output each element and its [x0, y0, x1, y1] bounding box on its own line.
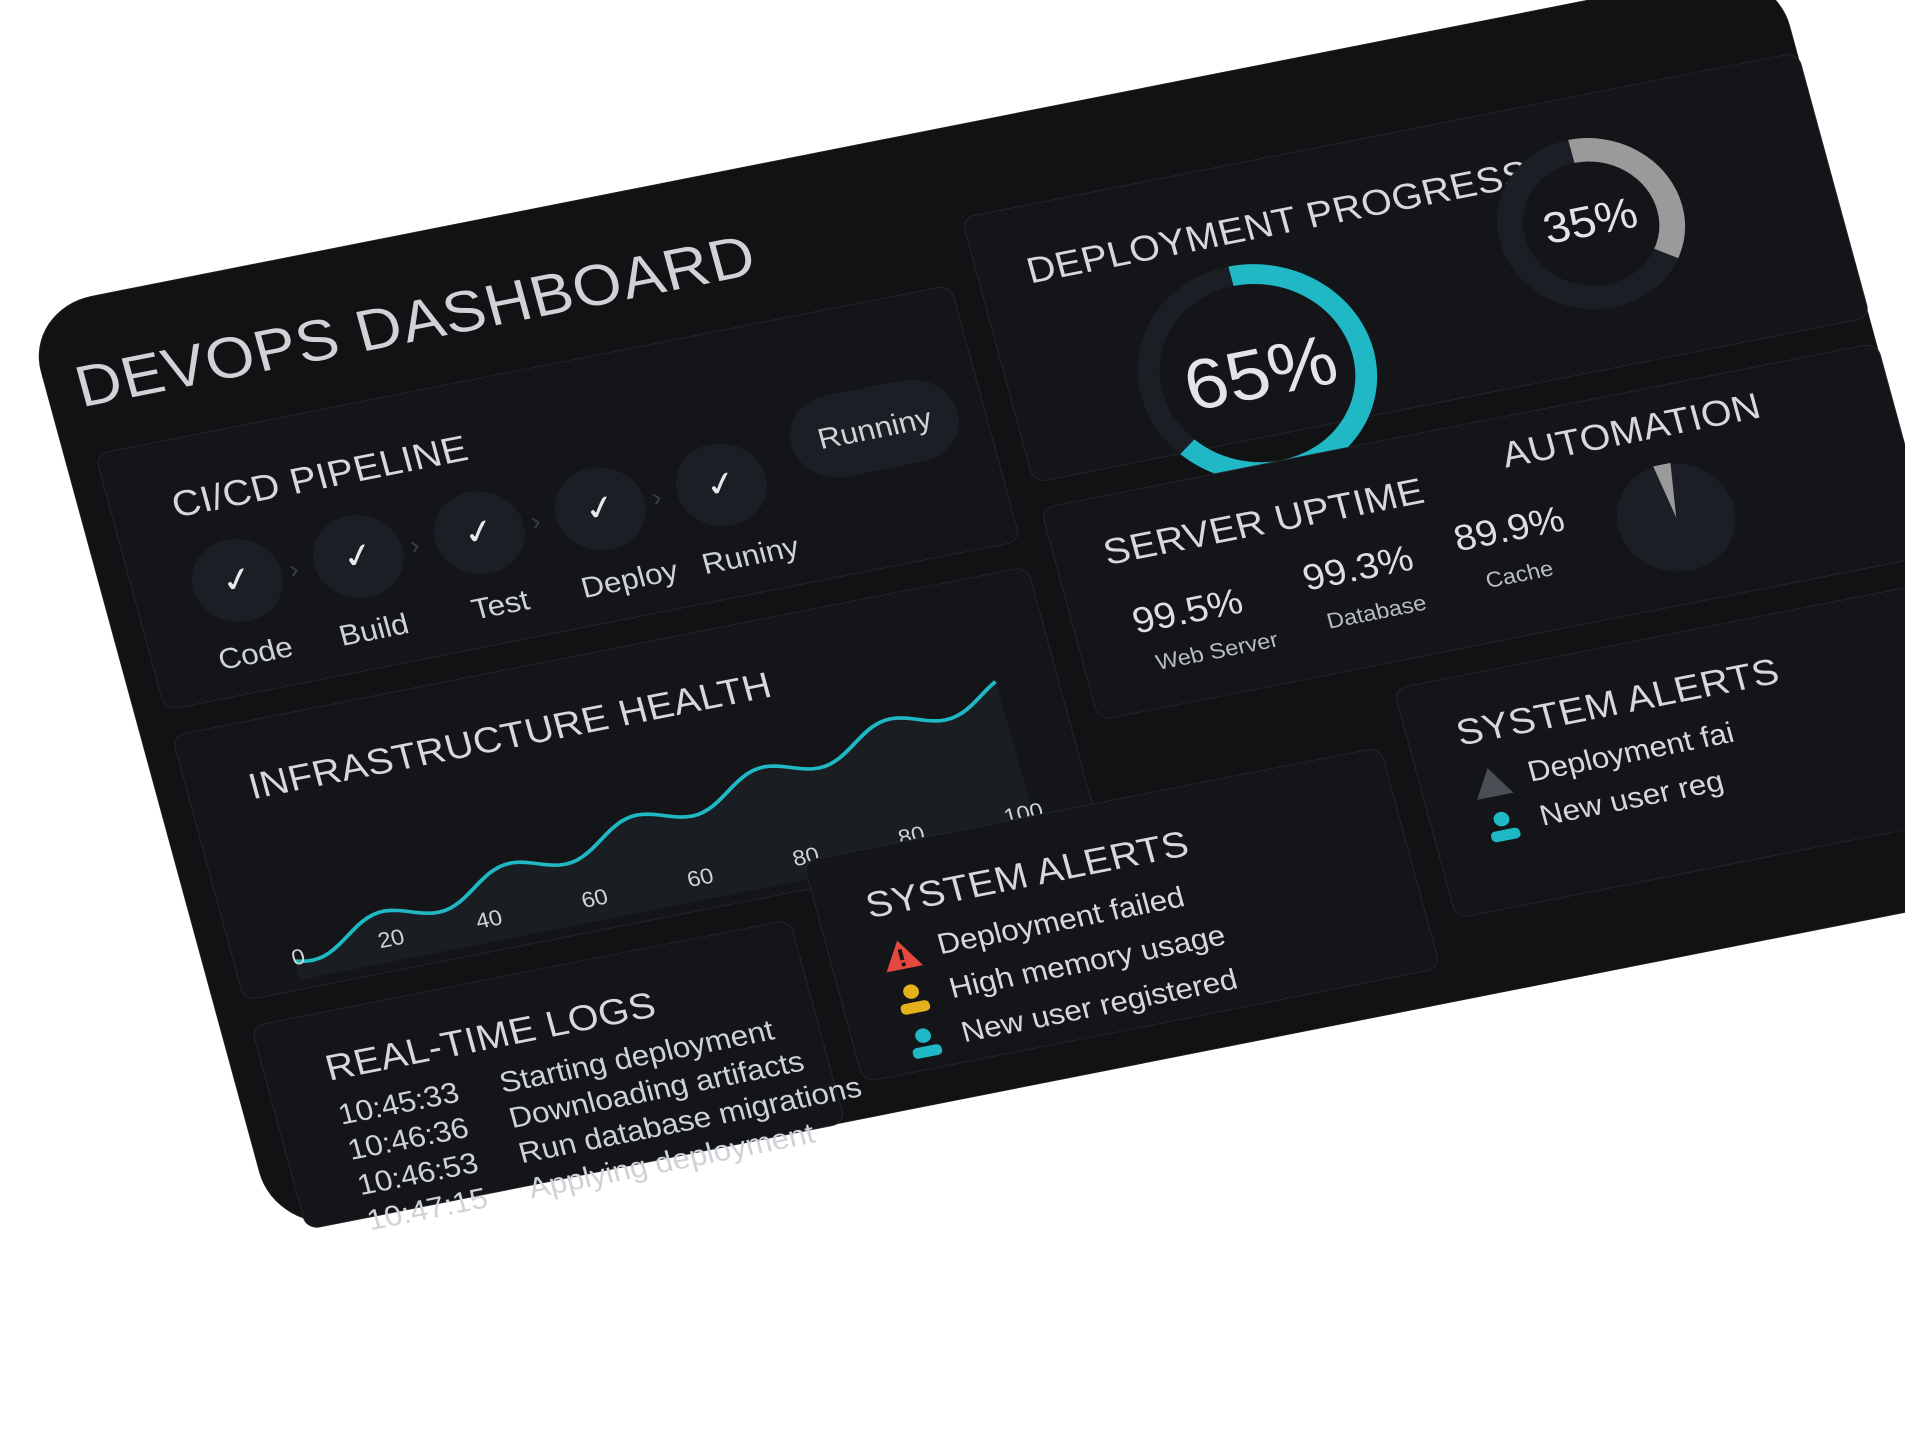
- pipeline-stage-label: Deploy: [577, 553, 682, 605]
- chevron-right-icon: ›: [648, 482, 665, 512]
- uptime-value: 99.3%: [1298, 538, 1418, 599]
- check-icon: ✓: [579, 487, 621, 531]
- uptime-value: 89.9%: [1449, 499, 1569, 560]
- user-icon: [900, 984, 931, 1015]
- pipeline-stage-build-node[interactable]: ✓: [303, 507, 414, 606]
- uptime-label: Database: [1324, 590, 1430, 635]
- dashboard-device: DEVOPS DASHBOARD CI/CD PIPELINE ✓ › ✓ › …: [25, 0, 1905, 1237]
- pipeline-title: CI/CD PIPELINE: [167, 428, 473, 526]
- pipeline-status-pill[interactable]: Runniny: [780, 371, 969, 486]
- pipeline-stage-code-node[interactable]: ✓: [182, 531, 293, 630]
- pipeline-stage-label: Build: [335, 606, 413, 653]
- check-icon: ✓: [338, 535, 379, 579]
- pipeline-stage-running-node[interactable]: ✓: [666, 435, 777, 534]
- chevron-right-icon: ›: [527, 506, 544, 536]
- warning-triangle-icon: [886, 940, 923, 972]
- uptime-label: Cache: [1483, 556, 1557, 594]
- uptime-value: 99.5%: [1127, 581, 1248, 642]
- automation-pie: [1616, 462, 1736, 572]
- check-icon: ✓: [458, 511, 500, 555]
- pipeline-stage-deploy-node[interactable]: ✓: [545, 459, 656, 558]
- pipeline-stage-test-node[interactable]: ✓: [424, 483, 535, 582]
- screenshot-stage: DEVOPS DASHBOARD CI/CD PIPELINE ✓ › ✓ › …: [0, 0, 1905, 1433]
- pipeline-stage-label: Code: [214, 629, 297, 677]
- check-icon: ✓: [700, 463, 742, 507]
- pipeline-stage-label: Runiny: [698, 529, 803, 581]
- chevron-right-icon: ›: [285, 554, 302, 584]
- warning-triangle-icon: [1476, 767, 1514, 800]
- check-icon: ✓: [217, 559, 258, 603]
- chevron-right-icon: ›: [406, 530, 423, 560]
- user-icon: [1490, 811, 1521, 842]
- user-icon: [912, 1028, 943, 1059]
- pipeline-stage-label: Test: [467, 583, 533, 626]
